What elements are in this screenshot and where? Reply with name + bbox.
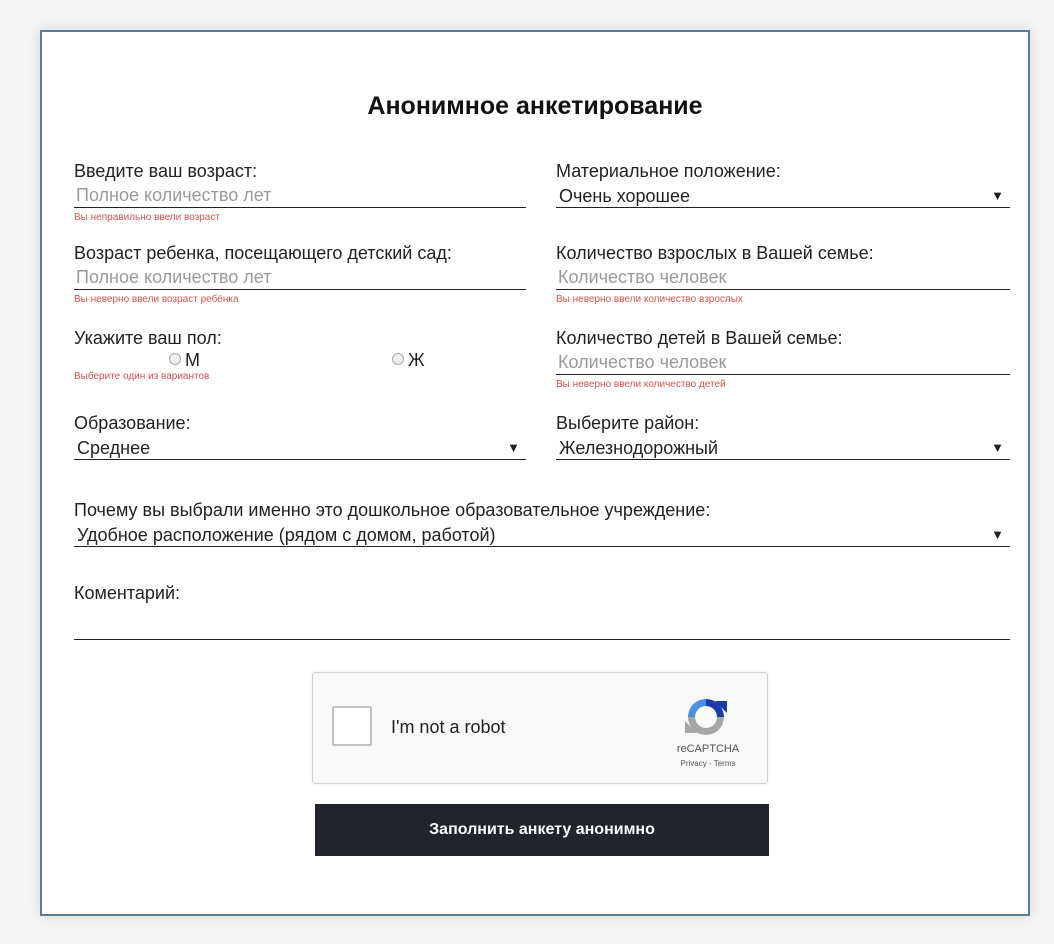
adults-error: Вы неверно ввели количество взрослых xyxy=(556,294,743,305)
chevron-down-icon: ▼ xyxy=(991,527,1004,542)
gender-option-m-label: М xyxy=(185,350,200,370)
education-value: Среднее xyxy=(77,438,151,458)
child-age-field: Возраст ребенка, посещающего детский сад… xyxy=(74,242,526,305)
recaptcha-logo-icon xyxy=(685,699,727,735)
adults-field: Количество взрослых в Вашей семье: Вы не… xyxy=(556,242,1010,305)
education-field: Образование: Среднее ▼ xyxy=(74,412,526,460)
child-age-error: Вы неверно ввели возраст ребёнка xyxy=(74,294,239,305)
comment-input[interactable] xyxy=(74,616,1010,640)
page-title: Анонимное анкетирование xyxy=(367,92,703,120)
gender-field: Укажите ваш пол: М Ж Выберите один из ва… xyxy=(74,327,526,382)
education-label: Образование: xyxy=(74,413,191,433)
reason-label: Почему вы выбрали именно это дошкольное … xyxy=(74,500,711,520)
adults-label: Количество взрослых в Вашей семье: xyxy=(556,243,874,263)
survey-card: Анонимное анкетирование Введите ваш возр… xyxy=(40,30,1030,916)
radio-icon[interactable] xyxy=(392,353,404,366)
age-label: Введите ваш возраст: xyxy=(74,161,258,181)
financial-value: Очень хорошее xyxy=(559,186,691,206)
age-field: Введите ваш возраст: Вы неправильно ввел… xyxy=(74,160,526,223)
recaptcha-links[interactable]: Privacy - Terms xyxy=(658,759,758,768)
recaptcha-brand: reCAPTCHA xyxy=(676,743,740,755)
financial-select[interactable]: Очень хорошее ▼ xyxy=(556,184,1010,208)
recaptcha-checkbox[interactable] xyxy=(332,706,372,746)
comment-label: Коментарий: xyxy=(74,583,180,603)
education-select[interactable]: Среднее ▼ xyxy=(74,436,526,460)
financial-field: Материальное положение: Очень хорошее ▼ xyxy=(556,160,1010,208)
children-error: Вы неверно ввели количество детей xyxy=(556,379,726,390)
gender-label: Укажите ваш пол: xyxy=(74,328,222,348)
gender-option-f[interactable]: Ж xyxy=(392,349,425,371)
child-age-label: Возраст ребенка, посещающего детский сад… xyxy=(74,243,452,263)
reason-select[interactable]: Удобное расположение (рядом с домом, раб… xyxy=(74,523,1010,547)
recaptcha-label: I'm not a robot xyxy=(391,717,506,737)
chevron-down-icon: ▼ xyxy=(991,188,1004,203)
gender-error: Выберите один из вариантов xyxy=(74,371,210,382)
children-label: Количество детей в Вашей семье: xyxy=(556,328,843,348)
children-field: Количество детей в Вашей семье: Вы невер… xyxy=(556,327,1010,390)
comment-field: Коментарий: xyxy=(74,582,1010,640)
district-label: Выберите район: xyxy=(556,413,700,433)
district-value: Железнодорожный xyxy=(559,438,719,458)
gender-option-f-label: Ж xyxy=(408,350,425,370)
reason-field: Почему вы выбрали именно это дошкольное … xyxy=(74,499,1010,547)
district-field: Выберите район: Железнодорожный ▼ xyxy=(556,412,1010,460)
radio-icon[interactable] xyxy=(169,353,181,366)
child-age-input[interactable] xyxy=(74,266,526,290)
gender-options: М Ж xyxy=(74,349,526,371)
age-error: Вы неправильно ввели возраст xyxy=(74,212,220,223)
financial-label: Материальное положение: xyxy=(556,161,781,181)
age-input[interactable] xyxy=(74,184,526,208)
gender-option-m[interactable]: М xyxy=(169,349,200,371)
adults-input[interactable] xyxy=(556,266,1010,290)
reason-value: Удобное расположение (рядом с домом, раб… xyxy=(77,525,496,545)
chevron-down-icon: ▼ xyxy=(507,440,520,455)
children-input[interactable] xyxy=(556,351,1010,375)
chevron-down-icon: ▼ xyxy=(991,440,1004,455)
recaptcha-widget: I'm not a robot reCAPTCHA Privacy - Term… xyxy=(312,672,768,784)
district-select[interactable]: Железнодорожный ▼ xyxy=(556,436,1010,460)
submit-button[interactable]: Заполнить анкету анонимно xyxy=(315,804,769,856)
